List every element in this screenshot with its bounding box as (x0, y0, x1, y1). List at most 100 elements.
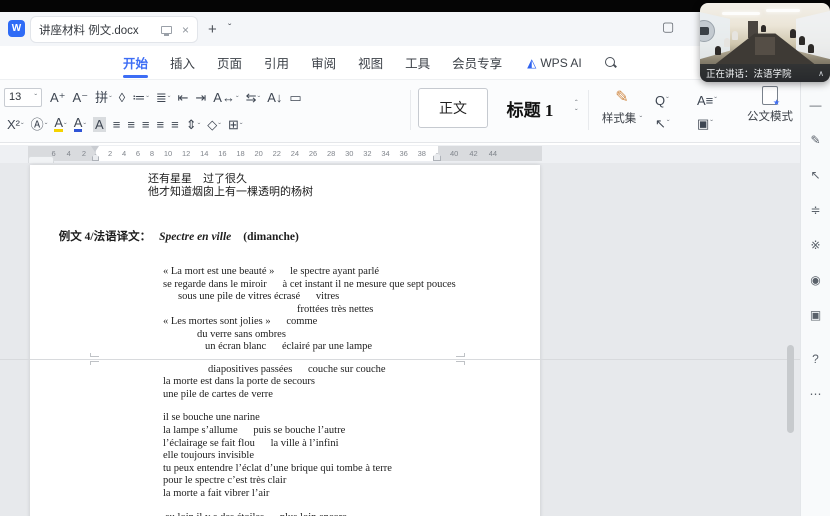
poem-line: diapositives passées couche sur couche (30, 364, 540, 377)
theme-tool-icon[interactable]: ▣ (806, 305, 826, 325)
justify-button[interactable]: ≡ (154, 115, 168, 134)
menu-member[interactable]: 会员专享 (441, 44, 513, 81)
close-tab-icon[interactable]: × (182, 24, 189, 36)
ruler-number: 42 (469, 149, 477, 158)
example-heading: 例文 4/法语译文：Spectre en ville(dimanche) (30, 216, 540, 256)
official-doc-icon (762, 86, 778, 105)
bullet-list-button[interactable]: ≔ˇ (129, 88, 152, 107)
select-objects-button[interactable]: ↖ˇ (652, 112, 694, 135)
clear-format-button[interactable]: ◊ (116, 88, 128, 107)
style-pen-icon: ✎ (596, 87, 648, 107)
poem-line: elle toujours invisible (30, 450, 540, 463)
text-direction-button[interactable]: ⇆ˇ (243, 88, 264, 107)
line-spacing-button[interactable]: ⇕ˇ (183, 115, 204, 134)
distribute-button[interactable]: ≡ (168, 115, 182, 134)
restore-window-icon[interactable]: ▢ (662, 19, 674, 35)
style-set-button[interactable]: ✎ 样式集 ˇ (596, 87, 648, 126)
increase-font-button[interactable]: A⁺ (47, 88, 69, 107)
poem-line: « Les mortes sont jolies » comme (30, 316, 540, 329)
menu-view[interactable]: 视图 (347, 44, 394, 81)
help-icon[interactable]: ? (806, 349, 826, 369)
style-body-text[interactable]: 正文 (418, 88, 488, 128)
vertical-scrollbar-thumb[interactable] (787, 345, 794, 433)
pen-annotate-icon[interactable]: ✎ (806, 130, 826, 150)
document-page[interactable]: 还有星星 过了很久他才知道烟囱上有一棵透明的杨树 例文 4/法语译文：Spect… (30, 165, 540, 516)
right-sidebar: — ✎ ↖ ≑ ※ ◉ ▣ ? ⋯ (800, 80, 830, 516)
borders-button[interactable]: ⊞ˇ (225, 115, 246, 134)
style-match-button[interactable]: A≡ˇ (694, 89, 736, 112)
ruler-number: 28 (327, 149, 335, 158)
shading-fill-button[interactable]: ◇ˇ (204, 115, 224, 134)
first-line-indent-marker[interactable] (91, 146, 99, 152)
more-options-icon[interactable]: ⋯ (806, 384, 826, 404)
ruler-number: 2 (82, 149, 86, 158)
ruler-number: 12 (182, 149, 190, 158)
ruler-number: 14 (200, 149, 208, 158)
poem-line: une pile de cartes de verre (30, 389, 540, 402)
poem-line: la lampe s’allume puis se bouche l’autre (30, 425, 540, 438)
align-right-button[interactable]: ≡ (139, 115, 153, 134)
horizontal-ruler[interactable]: 642 2468101214161820222426283032343638 4… (0, 145, 800, 163)
align-left-button[interactable]: ≡ (110, 115, 124, 134)
scroll-down-icon[interactable]: ˇ (575, 110, 578, 116)
font-size-select[interactable]: 13 ˇ (4, 88, 42, 107)
ribbon-row-1: 13 ˇ A⁺A⁻拼ˇ◊≔ˇ≣ˇ⇤⇥A↔ˇ⇆ˇA↓▭ (4, 86, 305, 108)
menu-tools[interactable]: 工具 (394, 44, 441, 81)
sort-button[interactable]: A↓ (264, 88, 285, 107)
share-screen-icon[interactable] (161, 26, 172, 34)
new-tab-icon[interactable]: + (208, 21, 217, 38)
char-shading-button[interactable]: A (90, 115, 109, 134)
speaker-label: 正在讲话：法语学院 (706, 66, 818, 80)
find-replace-button[interactable]: Qˇ (652, 89, 694, 112)
font-color-button[interactable]: Aˇ (71, 115, 89, 134)
document-tab[interactable]: 讲座材料 例文.docx × (30, 16, 198, 43)
video-call-overlay[interactable]: 正在讲话：法语学院 ∧ (700, 3, 830, 82)
font-tools-group: A⁺A⁻拼ˇ◊≔ˇ≣ˇ⇤⇥A↔ˇ⇆ˇA↓▭ (47, 88, 305, 107)
poem-line: frottées très nettes (30, 304, 540, 317)
menu-page[interactable]: 页面 (206, 44, 253, 81)
arrange-objects-button[interactable]: ▣ˇ (694, 112, 736, 135)
select-cursor-icon[interactable]: ↖ (806, 165, 826, 185)
numbered-list-button[interactable]: ≣ˇ (153, 88, 174, 107)
style-set-label: 样式集 (602, 113, 637, 125)
wps-writer-logo[interactable]: W (8, 20, 25, 37)
style-gallery-arrows[interactable]: ˆ ˇ (575, 101, 578, 116)
tab-list-chevron-icon[interactable]: ˇ (228, 23, 231, 34)
menu-review[interactable]: 审阅 (300, 44, 347, 81)
superscript-button[interactable]: X²ˇ (4, 115, 27, 134)
scroll-up-icon[interactable]: ˆ (575, 101, 578, 107)
chevron-down-icon: ˇ (640, 115, 643, 124)
official-doc-mode-button[interactable]: 公文模式 (742, 86, 798, 124)
chinese-line: 他才知道烟囱上有一棵透明的杨树 (30, 186, 540, 199)
ruler-number: 44 (489, 149, 497, 158)
paragraph-layout-button[interactable]: ▭ (286, 88, 304, 107)
font-size-value: 13 (9, 91, 34, 103)
document-workspace: 还有星星 过了很久他才知道烟囱上有一棵透明的杨树 例文 4/法语译文：Spect… (0, 163, 800, 516)
divider-tool-icon[interactable]: — (806, 95, 826, 115)
ruler-right-margin: 404244 (438, 146, 542, 161)
align-center-button[interactable]: ≡ (124, 115, 138, 134)
char-scale-button[interactable]: A↔ˇ (210, 88, 241, 107)
chinese-line: 还有星星 过了很久 (30, 173, 540, 186)
ruler-number: 2 (108, 149, 112, 158)
decrease-indent-button[interactable]: ⇤ (174, 88, 191, 107)
style-heading-1[interactable]: 标题 1 (488, 88, 572, 128)
adjust-sliders-icon[interactable]: ≑ (806, 200, 826, 220)
wps-ai-button[interactable]: ◭ WPS AI (527, 56, 582, 70)
menu-insert[interactable]: 插入 (159, 44, 206, 81)
menu-references[interactable]: 引用 (253, 44, 300, 81)
ruler-number: 4 (67, 149, 71, 158)
menu-home[interactable]: 开始 (112, 44, 159, 81)
decrease-font-button[interactable]: A⁻ (70, 88, 92, 107)
expand-chevron-icon[interactable]: ∧ (818, 69, 824, 78)
increase-indent-button[interactable]: ⇥ (192, 88, 209, 107)
ruler-text-area: 2468101214161820222426283032343638 (96, 146, 438, 161)
smart-tools-icon[interactable]: ※ (806, 235, 826, 255)
pinyin-guide-button[interactable]: 拼ˇ (92, 88, 115, 107)
speaker-label-bar: 正在讲话：法语学院 ∧ (700, 64, 830, 82)
ruler-number: 32 (363, 149, 371, 158)
text-effects-button[interactable]: Ⓐˇ (28, 115, 51, 134)
highlight-color-button[interactable]: Aˇ (51, 115, 69, 134)
search-icon[interactable] (604, 56, 617, 69)
sticker-tool-icon[interactable]: ◉ (806, 270, 826, 290)
